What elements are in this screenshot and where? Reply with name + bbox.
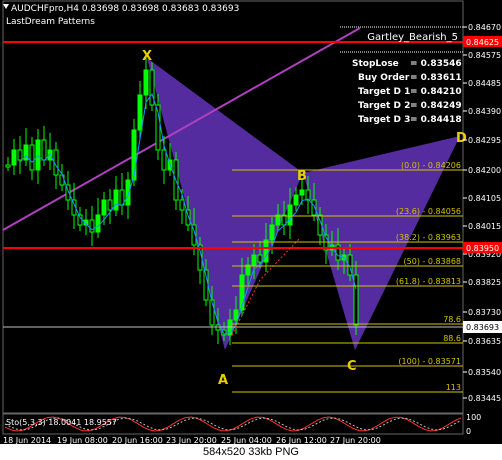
price-tick-label: 0.84485 [468, 79, 501, 88]
candle-body [113, 189, 119, 211]
stochastic-100: 100 [466, 413, 481, 422]
price-tick-label: 0.84295 [468, 136, 501, 145]
stoploss-value: = 0.83546 [410, 59, 462, 69]
candle-body [287, 204, 293, 226]
fib-label: 113 [446, 383, 461, 392]
candle-body [131, 129, 137, 181]
price-tick-label: 0.83730 [468, 308, 501, 317]
candle-body [179, 199, 185, 211]
target1-label: Target D 1 [358, 87, 410, 97]
red-price-tag-2-text: 0.83950 [466, 244, 499, 253]
stochastic-0: 0 [466, 427, 471, 436]
buy-order-value: = 0.83611 [410, 73, 462, 83]
candle-body [29, 144, 35, 171]
fib-label: (23.6) - 0.84056 [396, 207, 461, 216]
candle-body [161, 149, 167, 171]
price-tick-label: 0.83540 [468, 368, 501, 377]
pattern-name: Gartley_Bearish_5 [367, 32, 458, 43]
price-tick-label: 0.84575 [468, 51, 501, 60]
candle-body [251, 254, 257, 266]
candle-body [17, 149, 23, 161]
fib-label: 88.6 [443, 334, 461, 343]
target2-value: = 0.84249 [410, 101, 462, 111]
stoploss-label: StopLose [352, 59, 399, 69]
candle-body [101, 199, 107, 216]
candle-body [233, 309, 239, 321]
price-tick-label: 0.84200 [468, 166, 501, 175]
price-tick-label: 0.83635 [468, 337, 501, 346]
target2-label: Target D 2 [358, 101, 410, 111]
candle-body [107, 199, 113, 211]
fib-label: (38.2) - 0.83963 [396, 233, 461, 242]
target1-value: = 0.84210 [410, 87, 462, 97]
window-title: AUDCHFpro,H4 0.83698 0.83698 0.83683 0.8… [11, 4, 239, 14]
price-tick-label: 0.84105 [468, 194, 501, 203]
candle-body [35, 139, 41, 171]
candle-body [299, 189, 305, 196]
price-tick-label: 0.83445 [468, 394, 501, 403]
point-x-label: X [142, 49, 152, 64]
candle-body [311, 199, 317, 216]
price-tick-label: 0.84390 [468, 107, 501, 116]
point-b-label: B [297, 169, 307, 184]
candle-body [95, 214, 101, 233]
image-caption: 584x520 33kb PNG [0, 444, 502, 460]
stochastic-label: Sto(5,3,3) 18.0041 18.9557 [6, 418, 117, 427]
target3-value: = 0.84418 [410, 115, 462, 125]
candle-body [269, 224, 275, 241]
fib-label: (50) - 0.83868 [404, 257, 461, 266]
chart-canvas[interactable]: (0.0) - 0.84206 (23.6) - 0.84056 (38.2) - … [0, 0, 502, 460]
candle-body [293, 194, 299, 206]
fib-label: (61.8) - 0.83813 [396, 277, 461, 286]
fib-label: (100) - 0.83571 [398, 357, 461, 366]
point-c-label: C [347, 359, 357, 374]
candle-body [257, 254, 263, 263]
candle-body [11, 149, 17, 166]
buy-order-label: Buy Order [358, 73, 410, 83]
target3-label: Target D 3 [358, 115, 410, 125]
fib-label: (0.0) - 0.84206 [401, 161, 461, 170]
price-tick-label: 0.84670 [468, 23, 501, 32]
price-tick-label: 0.84015 [468, 222, 501, 231]
point-a-label: A [218, 373, 228, 388]
candle-body [41, 139, 47, 161]
candle-body [5, 164, 11, 168]
candle-body [143, 69, 149, 96]
candle-body [137, 94, 143, 131]
red-price-tag-text: 0.84625 [466, 38, 499, 47]
point-d-label: D [456, 131, 467, 146]
price-tick-label: 0.83825 [468, 278, 501, 287]
indicator-name: LastDream Patterns [6, 17, 95, 27]
price-axis: 0.84670 0.84575 0.84485 0.84390 0.84295 0.842… [463, 23, 501, 403]
current-price-tag-text: 0.83693 [466, 323, 499, 332]
fib-label: 78.6 [443, 315, 461, 324]
